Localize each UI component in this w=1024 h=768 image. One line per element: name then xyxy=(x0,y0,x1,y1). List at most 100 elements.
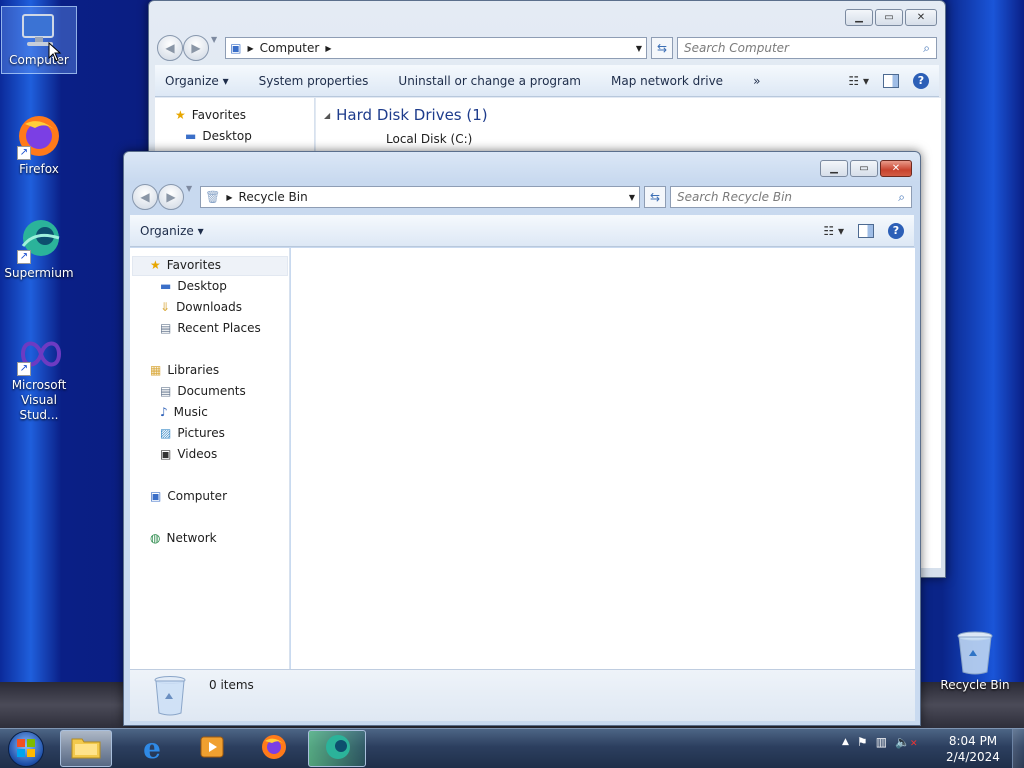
nav-recent-places[interactable]: ▤ Recent Places xyxy=(160,321,261,335)
breadcrumb-computer[interactable]: Computer xyxy=(260,41,320,55)
nav-pictures[interactable]: ▨ Pictures xyxy=(160,426,225,440)
computer-icon: ▣ xyxy=(230,41,242,55)
refresh-button[interactable]: ⇆ xyxy=(651,37,673,59)
taskbar-app-firefox[interactable] xyxy=(248,730,300,767)
forward-button[interactable]: ▶ xyxy=(183,35,209,61)
search-input[interactable]: Search Computer ⌕ xyxy=(677,37,937,59)
desktop-icon-label: Firefox xyxy=(19,162,59,176)
item-count: 0 items xyxy=(209,678,254,692)
volume-muted-icon[interactable]: 🔈✕ xyxy=(895,735,918,749)
supermium-icon xyxy=(322,733,352,764)
minimize-button[interactable]: ▁ xyxy=(845,9,873,26)
recycle-bin-icon: 🗑 xyxy=(205,190,221,204)
recycle-bin-window[interactable]: ▁ ▭ ✕ ◀ ▶ ▼ 🗑 ▶ Recycle Bin ▼ ⇆ Search R… xyxy=(123,151,921,726)
search-icon[interactable]: ⌕ xyxy=(898,190,905,205)
nav-desktop[interactable]: ▬ Desktop xyxy=(185,129,252,143)
organize-button[interactable]: Organize ▾ xyxy=(140,224,204,238)
close-button[interactable]: ✕ xyxy=(880,160,912,177)
nav-libraries[interactable]: ▦ Libraries xyxy=(150,363,219,377)
shortcut-arrow-icon: ↗ xyxy=(17,146,31,160)
nav-documents[interactable]: ▤ Documents xyxy=(160,384,246,398)
supermium-icon: ↗ xyxy=(15,216,63,264)
nav-buttons: ◀ ▶ ▼ xyxy=(157,35,217,61)
minimize-button[interactable]: ▁ xyxy=(820,160,848,177)
desktop-icon-visual-studio[interactable]: ↗ Microsoft Visual Stud... xyxy=(1,328,77,423)
documents-icon: ▤ xyxy=(160,384,172,398)
recycle-bin-icon xyxy=(152,675,188,720)
system-tray: ▲ ⚑ ▥ 🔈✕ xyxy=(842,735,918,749)
preview-pane-icon[interactable] xyxy=(858,223,874,238)
back-button[interactable]: ◀ xyxy=(157,35,183,61)
refresh-button[interactable]: ⇆ xyxy=(644,186,666,208)
search-placeholder: Search Computer xyxy=(684,41,789,55)
nav-network[interactable]: ◍ Network xyxy=(150,531,217,545)
preview-pane-icon[interactable] xyxy=(883,73,899,88)
address-bar[interactable]: ▣ ▶ Computer ▶ ▼ xyxy=(225,37,647,59)
nav-videos[interactable]: ▣ Videos xyxy=(160,447,217,461)
organize-button[interactable]: Organize ▾ xyxy=(165,74,229,88)
clock-time: 8:04 PM xyxy=(948,734,998,748)
star-icon: ★ xyxy=(175,108,186,122)
help-icon[interactable]: ? xyxy=(913,72,929,89)
windows-logo-icon xyxy=(16,738,36,761)
nav-downloads[interactable]: ⇓ Downloads xyxy=(160,300,242,314)
window-controls: ▁ ▭ ✕ xyxy=(820,160,912,177)
nav-favorites[interactable]: ★ Favorites xyxy=(175,108,246,122)
taskbar-app-internet-explorer[interactable]: e xyxy=(126,730,178,767)
show-hidden-icons-icon[interactable]: ▲ xyxy=(842,737,849,747)
taskbar-app-media-player[interactable] xyxy=(186,730,238,767)
forward-button[interactable]: ▶ xyxy=(158,184,184,210)
drive-item-local-disk[interactable]: Local Disk (C:) xyxy=(386,132,472,146)
search-input[interactable]: Search Recycle Bin ⌕ xyxy=(670,186,912,208)
file-list-area[interactable] xyxy=(291,248,915,669)
group-header-hard-disk[interactable]: ◢ Hard Disk Drives (1) xyxy=(324,106,488,124)
address-row: ◀ ▶ ▼ 🗑 ▶ Recycle Bin ▼ ⇆ Search Recycle… xyxy=(132,184,912,210)
videos-icon: ▣ xyxy=(160,447,172,461)
help-icon[interactable]: ? xyxy=(888,222,904,239)
recent-pages-dropdown[interactable]: ▼ xyxy=(211,35,217,61)
show-desktop-button[interactable] xyxy=(1012,729,1024,768)
collapse-icon[interactable]: ◢ xyxy=(324,111,330,120)
nav-favorites[interactable]: ★ Favorites xyxy=(150,258,221,272)
clock[interactable]: 8:04 PM 2/4/2024 xyxy=(938,733,1008,765)
computer-icon: ▣ xyxy=(150,489,162,503)
visual-studio-icon: ↗ xyxy=(15,328,63,376)
close-button[interactable]: ✕ xyxy=(905,9,937,26)
taskbar-app-supermium[interactable] xyxy=(308,730,366,767)
address-bar[interactable]: 🗑 ▶ Recycle Bin ▼ xyxy=(200,186,640,208)
maximize-button[interactable]: ▭ xyxy=(875,9,903,26)
breadcrumb-arrow-icon[interactable]: ▶ xyxy=(248,44,254,53)
system-properties-button[interactable]: System properties xyxy=(259,74,369,88)
network-status-icon[interactable]: ▥ xyxy=(876,735,887,749)
breadcrumb-recycle-bin[interactable]: Recycle Bin xyxy=(239,190,308,204)
taskbar-app-explorer[interactable] xyxy=(60,730,112,767)
change-view-icon[interactable]: ☷ ▾ xyxy=(848,74,869,88)
nav-music[interactable]: ♪ Music xyxy=(160,405,208,419)
desktop-icon-supermium[interactable]: ↗ Supermium xyxy=(1,216,77,281)
more-commands-button[interactable]: » xyxy=(753,74,760,88)
desktop-icon-firefox[interactable]: ↗ Firefox xyxy=(1,112,77,177)
music-icon: ♪ xyxy=(160,405,168,419)
desktop-icon-recycle-bin[interactable]: Recycle Bin xyxy=(937,630,1013,693)
map-network-drive-button[interactable]: Map network drive xyxy=(611,74,723,88)
action-center-flag-icon[interactable]: ⚑ xyxy=(857,735,868,749)
maximize-button[interactable]: ▭ xyxy=(850,160,878,177)
change-view-icon[interactable]: ☷ ▾ xyxy=(823,224,844,238)
recent-places-icon: ▤ xyxy=(160,321,172,335)
nav-computer[interactable]: ▣ Computer xyxy=(150,489,227,503)
breadcrumb-arrow-icon[interactable]: ▶ xyxy=(226,193,232,202)
shortcut-arrow-icon: ↗ xyxy=(17,250,31,264)
nav-buttons: ◀ ▶ ▼ xyxy=(132,184,192,210)
address-dropdown-icon[interactable]: ▼ xyxy=(636,44,642,53)
desktop-icon-computer[interactable]: Computer xyxy=(1,6,77,74)
nav-desktop[interactable]: ▬ Desktop xyxy=(160,279,227,293)
breadcrumb-arrow-icon[interactable]: ▶ xyxy=(325,44,331,53)
search-icon[interactable]: ⌕ xyxy=(923,41,930,56)
start-button[interactable] xyxy=(8,731,44,767)
recent-pages-dropdown[interactable]: ▼ xyxy=(186,184,192,210)
back-button[interactable]: ◀ xyxy=(132,184,158,210)
address-dropdown-icon[interactable]: ▼ xyxy=(629,193,635,202)
desktop-icon-label: Microsoft Visual Stud... xyxy=(11,378,67,422)
media-player-icon xyxy=(199,735,225,762)
uninstall-program-button[interactable]: Uninstall or change a program xyxy=(398,74,581,88)
